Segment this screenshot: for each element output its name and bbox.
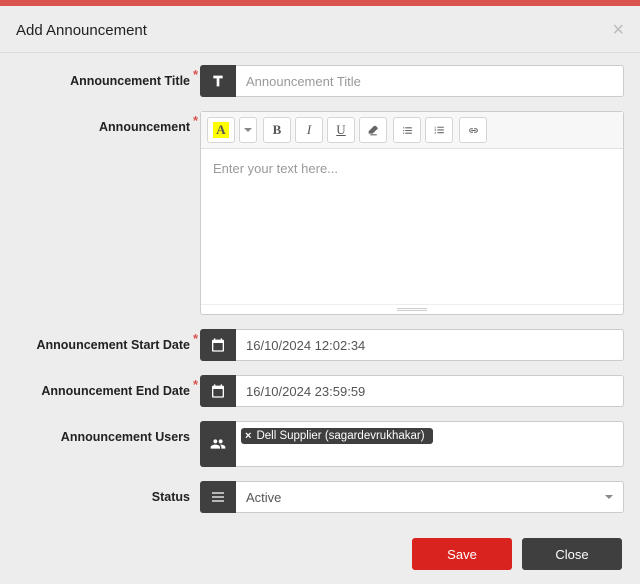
close-icon[interactable]: × <box>612 20 624 40</box>
label-title: Announcement Title <box>0 65 200 88</box>
modal-header: Add Announcement × <box>0 6 640 53</box>
label-body: Announcement <box>0 111 200 134</box>
row-title: Announcement Title <box>0 65 624 97</box>
announcement-title-input[interactable] <box>236 65 624 97</box>
link-button[interactable] <box>459 117 487 143</box>
editor-toolbar: A B I U <box>201 112 623 149</box>
unordered-list-button[interactable] <box>393 117 421 143</box>
chevron-down-icon <box>605 495 613 499</box>
users-tag-input[interactable]: × Dell Supplier (sagardevrukhakar) <box>236 421 624 467</box>
row-status: Status Active <box>0 481 624 513</box>
eraser-button[interactable] <box>359 117 387 143</box>
row-end-date: Announcement End Date <box>0 375 624 407</box>
save-button[interactable]: Save <box>412 538 512 570</box>
close-button[interactable]: Close <box>522 538 622 570</box>
label-status: Status <box>0 481 200 504</box>
start-date-input[interactable] <box>236 329 624 361</box>
italic-button[interactable]: I <box>295 117 323 143</box>
modal-footer: Save Close <box>0 528 640 584</box>
modal-body: Announcement Title Announcement A B <box>0 53 640 535</box>
add-announcement-modal: Add Announcement × Announcement Title An… <box>0 6 640 584</box>
users-icon <box>200 421 236 467</box>
ordered-list-button[interactable] <box>425 117 453 143</box>
label-users: Announcement Users <box>0 421 200 444</box>
label-start-date: Announcement Start Date <box>0 329 200 352</box>
remove-tag-icon[interactable]: × <box>245 430 251 442</box>
editor-resize-handle[interactable] <box>201 304 623 314</box>
row-body: Announcement A B I U <box>0 111 624 315</box>
end-date-input[interactable] <box>236 375 624 407</box>
font-color-button[interactable]: A <box>207 117 235 143</box>
row-start-date: Announcement Start Date <box>0 329 624 361</box>
calendar-icon <box>200 375 236 407</box>
list-icon <box>200 481 236 513</box>
text-icon <box>200 65 236 97</box>
status-select[interactable]: Active <box>236 481 624 513</box>
label-end-date: Announcement End Date <box>0 375 200 398</box>
font-color-dropdown[interactable] <box>239 117 257 143</box>
underline-button[interactable]: U <box>327 117 355 143</box>
user-tag-label: Dell Supplier (sagardevrukhakar) <box>256 430 424 442</box>
modal-title: Add Announcement <box>16 22 147 39</box>
bold-button[interactable]: B <box>263 117 291 143</box>
calendar-icon <box>200 329 236 361</box>
status-value: Active <box>246 490 281 505</box>
row-users: Announcement Users × Dell Supplier (saga… <box>0 421 624 467</box>
rich-text-editor: A B I U <box>200 111 624 315</box>
editor-textarea[interactable]: Enter your text here... <box>201 149 623 304</box>
user-tag: × Dell Supplier (sagardevrukhakar) <box>241 428 433 444</box>
